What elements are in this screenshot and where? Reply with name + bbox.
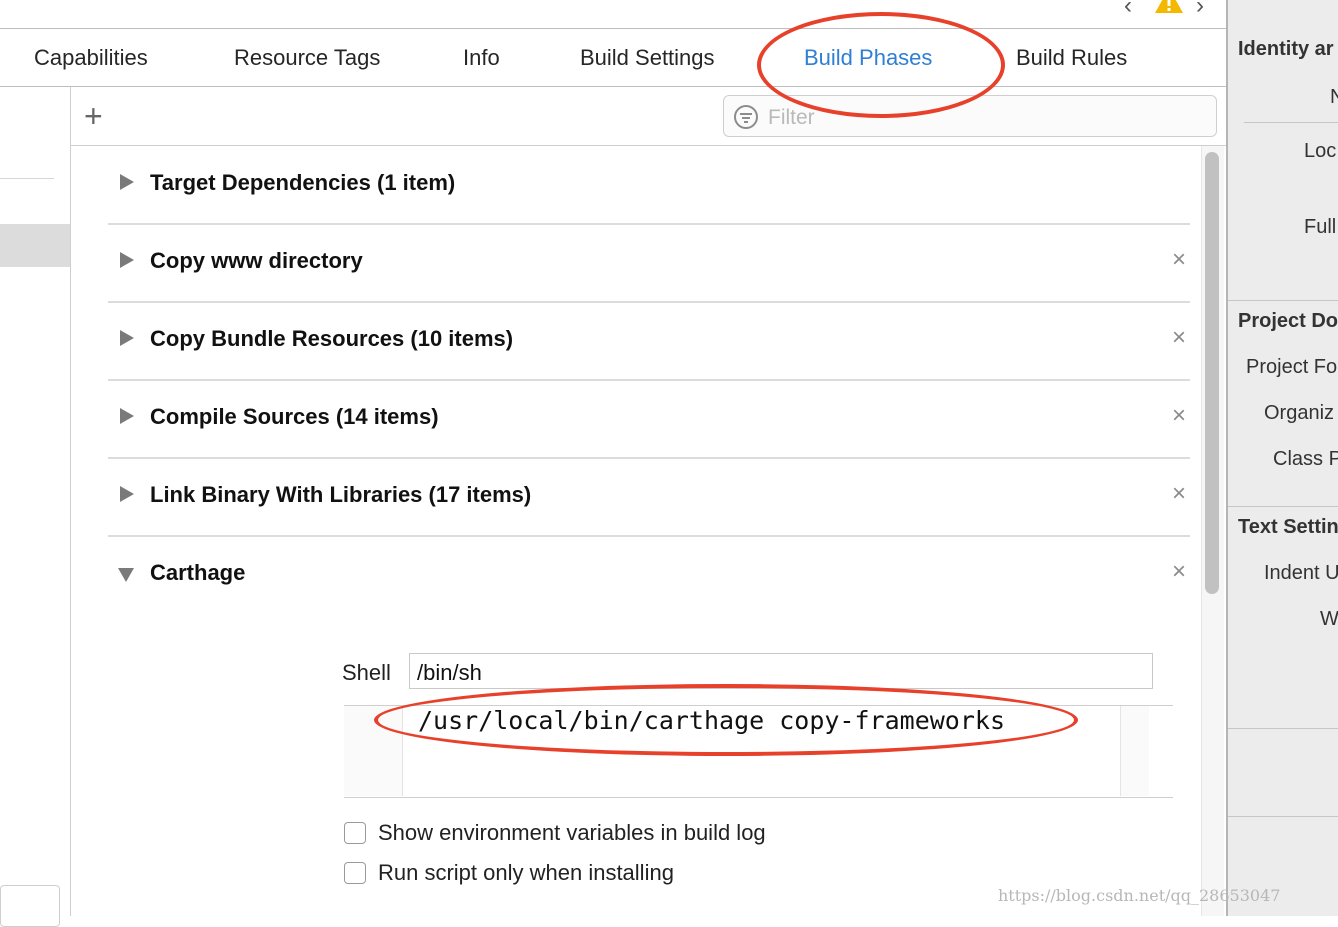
run-only-installing-checkbox[interactable]: [344, 862, 366, 884]
add-phase-button[interactable]: +: [84, 100, 103, 132]
tab-capabilities[interactable]: Capabilities: [34, 45, 148, 71]
script-gutter: [344, 706, 403, 796]
inspector-divider: [1228, 506, 1338, 507]
script-scrollbar[interactable]: [1120, 706, 1149, 796]
phase-carthage[interactable]: Carthage ×: [108, 536, 1190, 613]
tab-build-settings[interactable]: Build Settings: [580, 45, 715, 71]
shell-label: Shell: [342, 660, 391, 685]
close-icon[interactable]: ×: [1172, 480, 1186, 508]
inspector-divider: [1228, 728, 1338, 729]
inspector-label: Full: [1304, 216, 1337, 238]
checkbox-label: Show environment variables in build log: [378, 820, 766, 845]
tab-info[interactable]: Info: [463, 45, 500, 71]
disclosure-triangle-icon[interactable]: [120, 252, 134, 268]
inspector-label: Project Fo: [1246, 356, 1338, 378]
shell-field[interactable]: [409, 653, 1153, 689]
targets-sidebar: [0, 87, 71, 916]
tab-resource-tags[interactable]: Resource Tags: [234, 45, 380, 71]
inspector-heading-text-settings: Text Settin: [1238, 516, 1338, 538]
inspector-label: N: [1330, 86, 1338, 108]
inspector-label: W: [1320, 608, 1338, 630]
phase-title: Copy www directory: [150, 248, 363, 273]
checkbox-label: Run script only when installing: [378, 860, 674, 885]
editor-tab-bar: Capabilities Resource Tags Info Build Se…: [0, 29, 1226, 87]
phase-compile-sources[interactable]: Compile Sources (14 items) ×: [108, 380, 1190, 459]
disclosure-triangle-icon[interactable]: [120, 174, 134, 190]
top-toolbar-strip: [0, 0, 1226, 29]
disclosure-triangle-icon[interactable]: [120, 486, 134, 502]
phase-title: Link Binary With Libraries (17 items): [150, 482, 532, 507]
inspector-divider: [1228, 816, 1338, 817]
phase-title: Compile Sources (14 items): [150, 404, 439, 429]
warning-icon[interactable]: [1154, 0, 1184, 19]
tab-build-rules[interactable]: Build Rules: [1016, 45, 1127, 71]
inspector-divider: [1228, 300, 1338, 301]
close-icon[interactable]: ×: [1172, 246, 1186, 274]
filter-icon: [733, 104, 759, 135]
nav-forward-icon[interactable]: ›: [1196, 0, 1204, 20]
phase-link-binary[interactable]: Link Binary With Libraries (17 items) ×: [108, 458, 1190, 537]
close-icon[interactable]: ×: [1172, 558, 1186, 586]
show-env-vars-checkbox[interactable]: [344, 822, 366, 844]
inspector-heading-project-document: Project Do: [1238, 310, 1338, 332]
phases-scrollbar-thumb[interactable]: [1205, 152, 1219, 594]
watermark: https://blog.csdn.net/qq_28653047: [998, 886, 1281, 905]
close-icon[interactable]: ×: [1172, 324, 1186, 352]
phase-copy-www-directory[interactable]: Copy www directory ×: [108, 224, 1190, 303]
phase-copy-bundle-resources[interactable]: Copy Bundle Resources (10 items) ×: [108, 302, 1190, 381]
phase-target-dependencies[interactable]: Target Dependencies (1 item): [108, 146, 1190, 225]
phase-title: Carthage: [150, 560, 246, 585]
inspector-label: Class P: [1273, 448, 1338, 470]
inspector-label: Indent U: [1264, 562, 1338, 584]
phase-title: Copy Bundle Resources (10 items): [150, 326, 514, 351]
phase-title: Target Dependencies (1 item): [150, 170, 456, 195]
inspector-label: Loc: [1304, 140, 1337, 162]
sidebar-divider: [0, 178, 54, 179]
nav-back-icon[interactable]: ‹: [1124, 0, 1132, 20]
script-text[interactable]: /usr/local/bin/carthage copy-frameworks: [418, 706, 1005, 735]
inspector-divider: [1244, 122, 1338, 123]
disclosure-triangle-icon[interactable]: [120, 330, 134, 346]
tab-build-phases[interactable]: Build Phases: [804, 45, 932, 71]
inspector-label: Organiz: [1264, 402, 1335, 424]
close-icon[interactable]: ×: [1172, 402, 1186, 430]
disclosure-triangle-icon[interactable]: [118, 568, 134, 582]
filter-input[interactable]: [766, 103, 1170, 133]
shell-value: /bin/sh: [417, 660, 482, 685]
sidebar-selected-target[interactable]: [0, 224, 70, 267]
disclosure-triangle-icon[interactable]: [120, 408, 134, 424]
inspector-heading-identity: Identity ar: [1238, 38, 1334, 60]
sidebar-bottom-field[interactable]: [0, 885, 60, 927]
